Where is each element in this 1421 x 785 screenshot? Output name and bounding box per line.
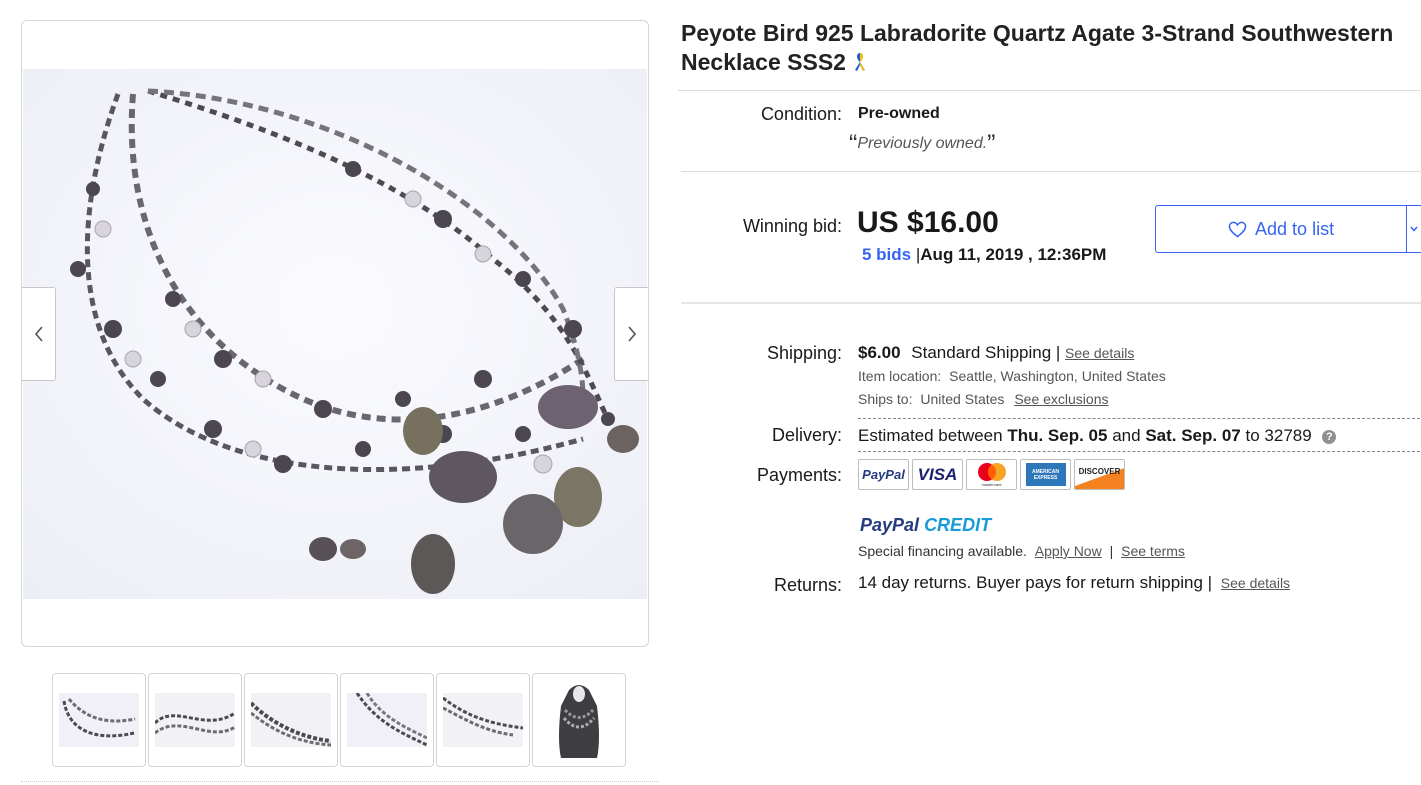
chevron-down-icon <box>1410 226 1418 232</box>
delivery-to: to <box>1245 426 1260 445</box>
mastercard-logo-text: mastercard <box>981 482 1002 487</box>
thumbnail-5[interactable] <box>436 673 530 767</box>
ships-to-value: United States <box>920 391 1005 407</box>
title-divider <box>678 90 1420 91</box>
paypal-credit-paypal: PayPal <box>860 515 920 535</box>
amex-logo-text: AMERICAN EXPRESS <box>1025 463 1066 486</box>
winning-bid-price: US $16.00 <box>857 206 999 239</box>
visa-logo: VISA <box>912 459 963 490</box>
winning-bid-label: Winning bid: <box>742 216 842 236</box>
thumbnail-6[interactable] <box>532 673 626 767</box>
listing-title: Peyote Bird 925 Labradorite Quartz Agate… <box>681 19 1416 77</box>
shipping-label: Shipping: <box>766 343 842 363</box>
item-location-value: Seattle, Washington, United States <box>949 368 1166 384</box>
delivery-prefix: Estimated between <box>858 426 1003 445</box>
gallery-divider <box>21 781 659 782</box>
awareness-ribbon-icon <box>855 53 866 71</box>
condition-note: “Previously owned.” <box>849 130 996 159</box>
close-quote: ” <box>987 130 996 158</box>
delivery-and: and <box>1112 426 1141 445</box>
paypal-credit-logo: PayPal CREDIT <box>860 515 991 536</box>
amex-logo: AMERICAN EXPRESS <box>1020 459 1071 490</box>
see-exclusions-link[interactable]: See exclusions <box>1014 391 1108 407</box>
delivery-start: Thu. Sep. 05 <box>1007 426 1108 445</box>
condition-label: Condition: <box>760 104 842 124</box>
delivery-estimate: Estimated between Thu. Sep. 05 and Sat. … <box>858 426 1337 446</box>
thumbnail-2[interactable] <box>148 673 242 767</box>
shipping-service: Standard Shipping | <box>911 343 1061 362</box>
chevron-right-icon <box>627 326 636 342</box>
ships-to-label: Ships to: <box>858 391 913 407</box>
visa-logo-text: VISA <box>917 464 958 484</box>
thumbnail-3[interactable] <box>244 673 338 767</box>
main-product-image[interactable] <box>23 69 647 599</box>
shipping-price: $6.00 <box>858 343 901 362</box>
thumbnail-strip <box>52 673 628 767</box>
returns-details-link[interactable]: See details <box>1221 575 1290 591</box>
thumbnail-4[interactable] <box>340 673 434 767</box>
returns-text: 14 day returns. Buyer pays for return sh… <box>858 573 1213 592</box>
bid-count-link[interactable]: 5 bids <box>862 245 911 264</box>
thumbnail-image <box>59 693 139 747</box>
add-to-list-dropdown[interactable] <box>1407 226 1421 232</box>
financing-separator: | <box>1109 543 1114 559</box>
shipping-details-link[interactable]: See details <box>1065 345 1134 361</box>
condition-divider <box>681 171 1421 172</box>
mastercard-logo: mastercard <box>966 459 1017 490</box>
ships-to: Ships to: United States See exclusions <box>858 391 1109 407</box>
item-location-label: Item location: <box>858 368 942 384</box>
bid-history: 5 bids |Aug 11, 2019 , 12:36PM <box>862 245 1106 265</box>
previous-image-button[interactable] <box>22 287 56 381</box>
special-financing: Special financing available. Apply Now |… <box>858 543 1185 559</box>
returns-row: 14 day returns. Buyer pays for return sh… <box>858 573 1290 593</box>
discover-logo-text: DISCOVER <box>1078 467 1121 476</box>
add-to-list-button[interactable]: Add to list <box>1155 205 1421 253</box>
delivery-end: Sat. Sep. 07 <box>1145 426 1241 445</box>
delivery-label: Delivery: <box>771 425 842 445</box>
apply-now-link[interactable]: Apply Now <box>1035 543 1102 559</box>
paypal-logo-text: PayPal <box>862 467 905 482</box>
thumbnail-1[interactable] <box>52 673 146 767</box>
delivery-payments-divider <box>858 451 1420 452</box>
image-gallery <box>21 20 649 647</box>
discover-logo: DISCOVER <box>1074 459 1125 490</box>
thumbnail-image <box>155 693 235 747</box>
bid-divider <box>681 302 1421 304</box>
paypal-credit-credit: CREDIT <box>924 515 992 535</box>
shipping-row: $6.00 Standard Shipping | See details <box>858 343 1134 363</box>
payment-methods: PayPal VISA mastercard AMERICAN EXPRESS … <box>858 459 1128 490</box>
paypal-logo: PayPal <box>858 459 909 490</box>
thumbnail-image <box>251 693 331 747</box>
delivery-zip: 32789 <box>1264 426 1312 445</box>
mastercard-circles-icon <box>977 463 1006 481</box>
bid-end-date: Aug 11, 2019 , 12:36PM <box>920 245 1107 264</box>
chevron-left-icon <box>34 326 43 342</box>
shipping-delivery-divider <box>858 418 1420 419</box>
condition-note-text: Previously owned. <box>857 135 988 152</box>
condition-value: Pre-owned <box>858 105 940 122</box>
see-terms-link[interactable]: See terms <box>1121 543 1185 559</box>
thumbnail-image <box>347 693 427 747</box>
financing-text: Special financing available. <box>858 543 1027 559</box>
add-to-list-label: Add to list <box>1255 218 1335 239</box>
help-icon[interactable]: ? <box>1322 430 1337 444</box>
next-image-button[interactable] <box>614 287 648 381</box>
listing-title-text: Peyote Bird 925 Labradorite Quartz Agate… <box>681 20 1394 75</box>
heart-icon <box>1228 221 1247 238</box>
item-location: Item location: Seattle, Washington, Unit… <box>858 368 1166 384</box>
payments-label: Payments: <box>756 465 842 485</box>
thumbnail-image <box>539 680 619 760</box>
thumbnail-image <box>443 693 523 747</box>
returns-label: Returns: <box>773 575 842 595</box>
